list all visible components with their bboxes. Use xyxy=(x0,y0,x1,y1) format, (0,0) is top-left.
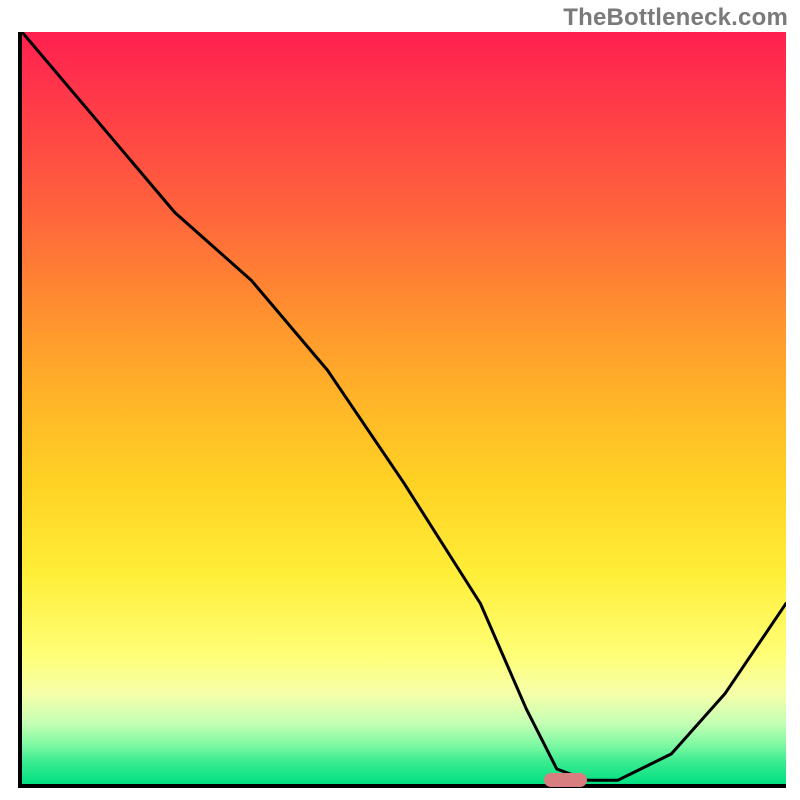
plot-area xyxy=(18,32,786,788)
optimum-marker xyxy=(544,773,587,787)
bottleneck-curve xyxy=(22,32,786,784)
watermark-text: TheBottleneck.com xyxy=(563,4,788,32)
chart-frame: TheBottleneck.com xyxy=(0,0,800,800)
